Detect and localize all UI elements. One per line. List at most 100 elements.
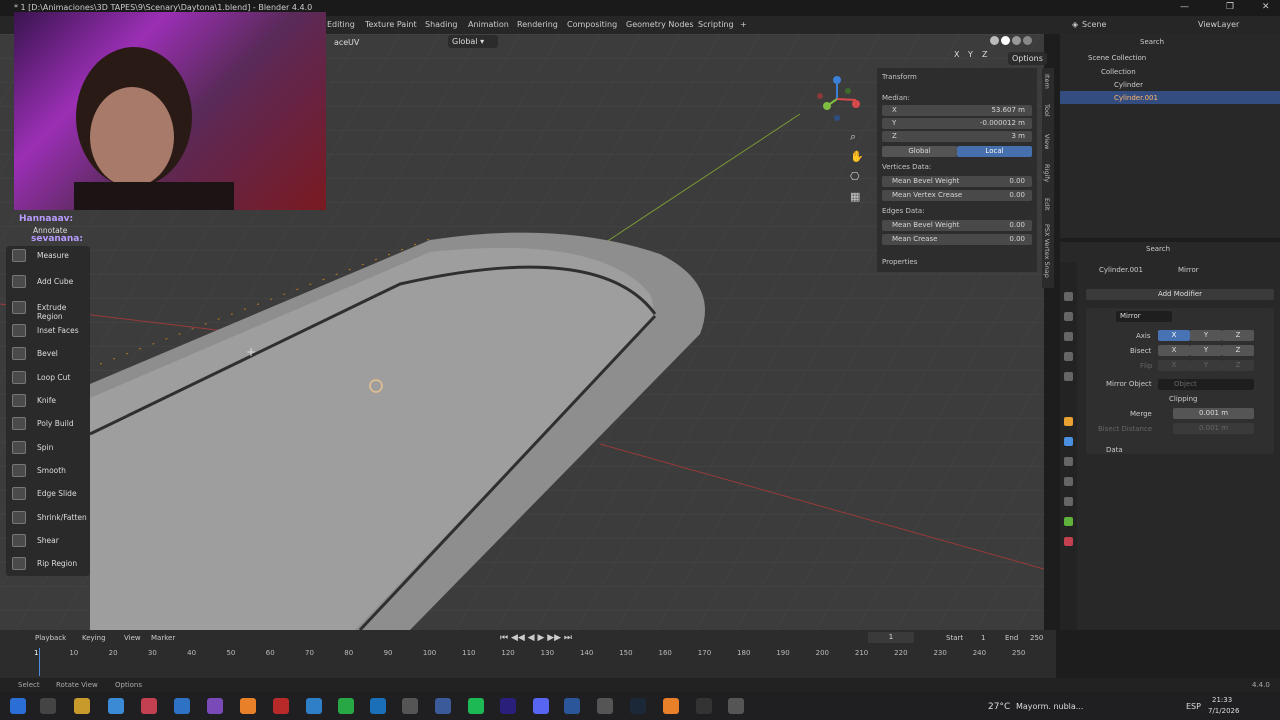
maximize-button[interactable]: ❐ <box>1226 2 1234 12</box>
weather-text[interactable]: Mayorm. nubla... <box>1016 702 1083 711</box>
file-explorer-icon[interactable] <box>74 698 90 714</box>
outliner-item-cylinder[interactable]: Cylinder <box>1114 81 1143 89</box>
collection-item[interactable]: Collection <box>1101 68 1136 76</box>
properties-header[interactable]: Properties <box>882 258 917 266</box>
vscode-icon[interactable] <box>370 698 386 714</box>
flip-z-button[interactable]: Z <box>1222 360 1254 371</box>
app-icon[interactable] <box>207 698 223 714</box>
opera-icon[interactable] <box>141 698 157 714</box>
physics-tab-icon[interactable] <box>1064 477 1073 486</box>
playback-menu[interactable]: Playback <box>35 634 66 642</box>
tab-texture-paint[interactable]: Texture Paint <box>365 20 417 29</box>
minimize-button[interactable]: — <box>1180 2 1189 12</box>
outliner-item-cylinder-001[interactable]: Cylinder.001 <box>1114 94 1158 102</box>
discord-icon[interactable] <box>533 698 549 714</box>
marker-menu[interactable]: Marker <box>151 634 175 642</box>
pycharm-icon[interactable] <box>338 698 354 714</box>
pan-hand-icon[interactable]: ✋ <box>850 150 864 163</box>
tab-edit[interactable]: Edit <box>1043 198 1051 211</box>
bisect-x-button[interactable]: X <box>1158 345 1190 356</box>
scene-collection-label[interactable]: Scene Collection <box>1088 54 1146 62</box>
weather-temp[interactable]: 27°C <box>988 702 1010 712</box>
median-y-field[interactable]: Y -0.000012 m <box>882 118 1032 129</box>
axis-z-button[interactable]: Z <box>1222 330 1254 341</box>
tool-poly-build[interactable]: Poly Build <box>10 414 88 434</box>
merge-distance-field[interactable]: 0.001 m <box>1173 408 1254 419</box>
global-toggle[interactable]: Global <box>882 146 957 157</box>
word-icon[interactable] <box>564 698 580 714</box>
axis-x-button[interactable]: X <box>1158 330 1190 341</box>
tool-inset-faces[interactable]: Inset Faces <box>10 321 88 341</box>
view-layer-tab-icon[interactable] <box>1064 332 1073 341</box>
edge-bevel-weight-field[interactable]: Mean Bevel Weight 0.00 <box>882 220 1032 231</box>
tool-rip-region[interactable]: Rip Region <box>10 554 88 574</box>
zoom-icon[interactable]: ⌕ <box>850 130 856 144</box>
app-icon-2[interactable] <box>435 698 451 714</box>
modifier-name-field[interactable]: Mirror <box>1116 311 1172 322</box>
edge-crease-field[interactable]: Mean Crease 0.00 <box>882 234 1032 245</box>
tab-scripting[interactable]: Scripting <box>698 20 734 29</box>
orientation-select[interactable]: Global ▾ <box>448 35 498 48</box>
end-frame-field[interactable]: 250 <box>1030 634 1043 642</box>
mean-vertex-crease-field[interactable]: Mean Vertex Crease 0.00 <box>882 190 1032 201</box>
transform-header[interactable]: Transform <box>882 73 917 81</box>
tab-editing[interactable]: Editing <box>327 20 355 29</box>
frame-ruler[interactable]: 1 10 20 30 40 50 60 70 80 90 100 110 120 130 140 150 160… <box>0 648 1056 662</box>
bisect-z-button[interactable]: Z <box>1222 345 1254 356</box>
tab-geometry-nodes[interactable]: Geometry Nodes <box>626 20 693 29</box>
tab-item[interactable]: Item <box>1043 74 1051 89</box>
tool-add-cube[interactable]: Add Cube <box>10 272 88 292</box>
median-z-field[interactable]: Z3 m <box>882 131 1032 142</box>
particles-tab-icon[interactable] <box>1064 457 1073 466</box>
axis-y-toggle[interactable]: Y <box>964 48 977 61</box>
add-modifier-button[interactable]: Add Modifier <box>1086 289 1274 300</box>
navigation-gizmo[interactable] <box>812 74 862 124</box>
clock-time[interactable]: 21:33 <box>1212 696 1232 704</box>
chrome-icon[interactable] <box>108 698 124 714</box>
app-icon-3[interactable] <box>597 698 613 714</box>
playback-controls-icon[interactable]: ⏮ ◀◀ ◀ ▶ ▶▶ ⏭ <box>500 633 572 643</box>
start-icon[interactable] <box>10 698 26 714</box>
material-tab-icon[interactable] <box>1064 537 1073 546</box>
spotify-icon[interactable] <box>468 698 484 714</box>
axis-z-toggle[interactable]: Z <box>978 48 991 61</box>
tool-edge-slide[interactable]: Edge Slide <box>10 484 88 504</box>
tool-smooth[interactable]: Smooth <box>10 461 88 481</box>
tab-rigify[interactable]: Rigify <box>1043 164 1051 182</box>
tab-view[interactable]: View <box>1043 134 1051 149</box>
settings-icon[interactable] <box>728 698 744 714</box>
output-tab-icon[interactable] <box>1064 312 1073 321</box>
bisect-y-button[interactable]: Y <box>1190 345 1222 356</box>
flip-y-button[interactable]: Y <box>1190 360 1222 371</box>
modifier-tab-icon[interactable] <box>1064 437 1073 446</box>
tab-shading[interactable]: Shading <box>425 20 458 29</box>
tool-loop-cut[interactable]: Loop Cut <box>10 368 88 388</box>
tab-tool[interactable]: Tool <box>1043 104 1051 117</box>
grid-view-icon[interactable]: ▦ <box>850 190 860 203</box>
playhead[interactable] <box>39 648 40 676</box>
bisect-distance-field[interactable]: 0.001 m <box>1173 423 1254 434</box>
flip-x-button[interactable]: X <box>1158 360 1190 371</box>
axis-y-button[interactable]: Y <box>1190 330 1222 341</box>
photos-icon[interactable] <box>306 698 322 714</box>
axis-x-toggle[interactable]: X <box>950 48 963 61</box>
start-frame-field[interactable]: 1 <box>981 634 985 642</box>
edge-icon[interactable] <box>174 698 190 714</box>
outliner-row-selected[interactable] <box>1060 91 1280 104</box>
tab-psx-vertex-snap[interactable]: PSX Vertex Snap <box>1043 224 1051 278</box>
options-menu[interactable]: Options <box>1008 52 1047 65</box>
scene-tab-icon[interactable] <box>1064 352 1073 361</box>
scene-selector[interactable]: Scene <box>1082 20 1106 29</box>
median-x-field[interactable]: X 53.607 m <box>882 105 1032 116</box>
data-tab-icon[interactable] <box>1064 517 1073 526</box>
properties-search[interactable]: Search <box>1146 245 1170 253</box>
tab-compositing[interactable]: Compositing <box>567 20 617 29</box>
constraints-tab-icon[interactable] <box>1064 497 1073 506</box>
tool-bevel[interactable]: Bevel <box>10 344 88 364</box>
object-tab-icon[interactable] <box>1064 417 1073 426</box>
data-section[interactable]: Data <box>1106 446 1123 454</box>
taskbar-app-icon[interactable] <box>402 698 418 714</box>
world-tab-icon[interactable] <box>1064 372 1073 381</box>
clipping-label[interactable]: Clipping <box>1169 395 1198 403</box>
current-frame-field[interactable]: 1 <box>868 632 914 643</box>
